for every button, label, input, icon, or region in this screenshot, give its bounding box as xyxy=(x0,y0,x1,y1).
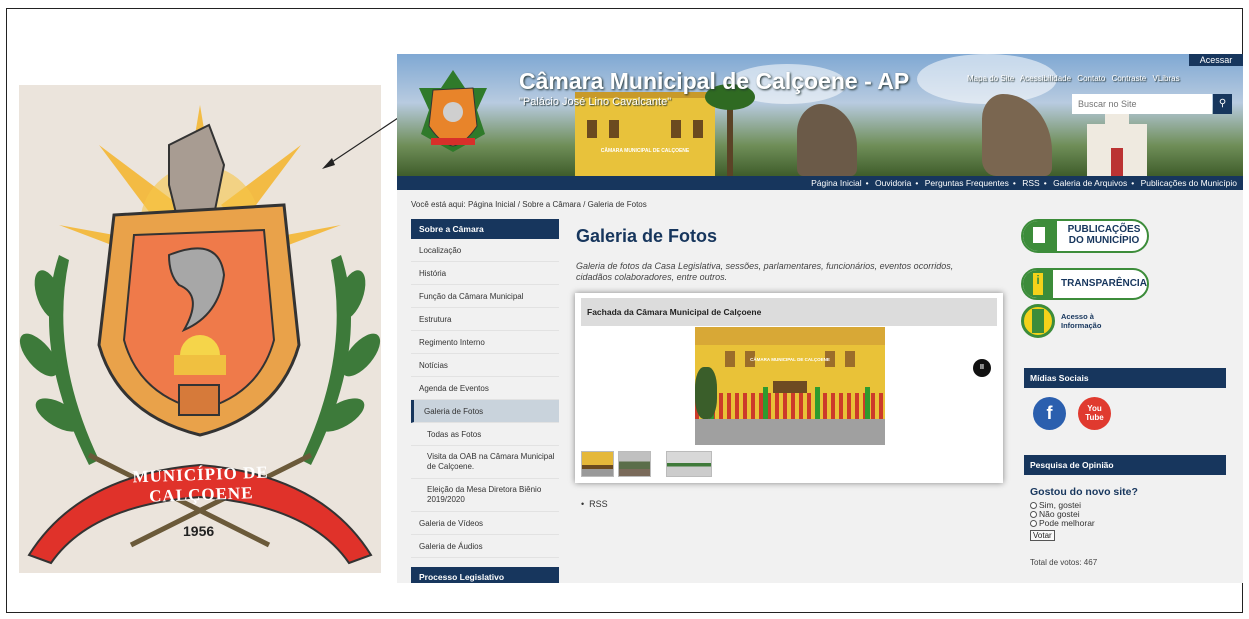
search-box: ⚲ xyxy=(1072,94,1232,114)
youtube-icon[interactable]: You Tube xyxy=(1078,397,1111,430)
site-banner: CÂMARA MUNICIPAL DE CALÇOENE Câmara Muni… xyxy=(397,54,1243,176)
sidebar-item-localizacao[interactable]: Localização xyxy=(411,239,559,262)
radio-icon[interactable] xyxy=(1030,511,1037,518)
nav-ouvidoria[interactable]: Ouvidoria xyxy=(875,178,911,188)
gallery-title: Fachada da Câmara Municipal de Calçoene xyxy=(581,298,997,326)
social-heading: Mídias Sociais xyxy=(1024,368,1226,388)
sidebar-item-videos[interactable]: Galeria de Vídeos xyxy=(411,512,559,535)
breadcrumb-current: Galeria de Fotos xyxy=(587,200,647,209)
sidebar-heading[interactable]: Sobre a Câmara xyxy=(411,219,559,239)
top-links: Mapa do Site Acessibilidade Contato Cont… xyxy=(967,74,1184,83)
site-emblem-icon xyxy=(419,70,487,152)
acesso-label: Acesso à Informação xyxy=(1061,312,1102,330)
sidebar-item-noticias[interactable]: Notícias xyxy=(411,354,559,377)
banner-rock xyxy=(982,94,1052,176)
site-subtitle: "Palácio José Lino Cavalcante" xyxy=(519,96,672,108)
poll-option-pode[interactable]: Pode melhorar xyxy=(1030,518,1095,528)
radio-icon[interactable] xyxy=(1030,520,1037,527)
info-circle-icon xyxy=(1021,304,1055,338)
banner-church xyxy=(1087,100,1147,176)
sidebar-item-agenda[interactable]: Agenda de Eventos xyxy=(411,377,559,400)
breadcrumb-home[interactable]: Página Inicial xyxy=(468,200,516,209)
total-votes: Total de votos: 467 xyxy=(1030,558,1098,567)
publicacoes-label: PUBLICAÇÕES DO MUNICÍPIO xyxy=(1067,224,1141,246)
login-button[interactable]: Acessar xyxy=(1189,54,1243,66)
sidebar-subitem-eleicao[interactable]: Eleição da Mesa Diretora Biênio 2019/202… xyxy=(411,479,559,512)
search-input[interactable] xyxy=(1072,94,1212,114)
transparencia-button[interactable]: TRANSPARÊNCIA xyxy=(1021,268,1149,300)
nav-faq[interactable]: Perguntas Frequentes xyxy=(925,178,1009,188)
facebook-icon[interactable]: f xyxy=(1033,397,1066,430)
sitemap-link[interactable]: Mapa do Site xyxy=(967,74,1014,83)
contrast-link[interactable]: Contraste xyxy=(1112,74,1147,83)
sidebar-item-funcao[interactable]: Função da Câmara Municipal xyxy=(411,285,559,308)
sidebar-item-audios[interactable]: Galeria de Áudios xyxy=(411,535,559,558)
acesso-informacao-link[interactable]: Acesso à Informação xyxy=(1021,304,1151,338)
breadcrumb-prefix: Você está aqui: xyxy=(411,200,466,209)
main-nav: Página Inicial • Ouvidoria • Perguntas Fre… xyxy=(397,176,1243,190)
gallery-thumbnail[interactable] xyxy=(581,451,614,477)
page-description: Galeria de fotos da Casa Legislativa, se… xyxy=(576,261,954,282)
search-icon: ⚲ xyxy=(1218,98,1227,109)
sidebar-menu: Sobre a Câmara Localização História Funç… xyxy=(411,219,559,583)
rss-link[interactable]: • RSS xyxy=(581,499,608,509)
nav-rss[interactable]: RSS xyxy=(1022,178,1039,188)
coat-year: 1956 xyxy=(183,523,215,539)
page-title: Galeria de Fotos xyxy=(576,226,718,246)
breadcrumb: Você está aqui: Página Inicial / Sobre a… xyxy=(411,200,647,209)
document-icon xyxy=(1023,221,1057,251)
gallery-thumbnail[interactable] xyxy=(666,451,712,477)
poll-question: Gostou do novo site? xyxy=(1030,486,1138,498)
nav-files[interactable]: Galeria de Arquivos xyxy=(1053,178,1127,188)
nav-publications[interactable]: Publicações do Município xyxy=(1141,178,1237,188)
sidebar-heading-legislativo[interactable]: Processo Legislativo xyxy=(411,567,559,583)
sidebar-item-galeria-fotos[interactable]: Galeria de Fotos xyxy=(411,400,559,423)
ribbon-text: MUNICÍPIO DE CALÇOENE xyxy=(132,462,270,506)
photo-gallery: Fachada da Câmara Municipal de Calçoene … xyxy=(575,293,1003,483)
sidebar-subitem-todas[interactable]: Todas as Fotos xyxy=(411,423,559,446)
banner-rock xyxy=(797,104,857,176)
banner-building-label: CÂMARA MUNICIPAL DE CALÇOENE xyxy=(600,148,690,154)
info-icon xyxy=(1023,270,1053,298)
nav-home[interactable]: Página Inicial xyxy=(811,178,862,188)
poll-option-label: Pode melhorar xyxy=(1039,518,1095,528)
publicacoes-button[interactable]: PUBLICAÇÕES DO MUNICÍPIO xyxy=(1021,219,1149,253)
poll-heading: Pesquisa de Opinião xyxy=(1024,455,1226,475)
vote-button[interactable]: Votar xyxy=(1030,530,1055,541)
breadcrumb-about[interactable]: Sobre a Câmara xyxy=(522,200,581,209)
radio-icon[interactable] xyxy=(1030,502,1037,509)
coat-of-arms-image: MUNICÍPIO DE CALÇOENE 1956 xyxy=(19,85,381,573)
gallery-main-photo[interactable]: CÂMARA MUNICIPAL DE CALÇOENE xyxy=(695,327,885,445)
accessibility-link[interactable]: Acessibilidade xyxy=(1020,74,1071,83)
sidebar-item-estrutura[interactable]: Estrutura xyxy=(411,308,559,331)
pause-icon[interactable]: II xyxy=(973,359,991,377)
site-title: Câmara Municipal de Calçoene - AP xyxy=(519,68,910,94)
website-screenshot: CÂMARA MUNICIPAL DE CALÇOENE Câmara Muni… xyxy=(397,54,1243,583)
gallery-thumbnail[interactable] xyxy=(618,451,651,477)
transparencia-label: TRANSPARÊNCIA xyxy=(1061,278,1147,289)
vlibras-link[interactable]: VLibras xyxy=(1152,74,1179,83)
photo-building-label: CÂMARA MUNICIPAL DE CALÇOENE xyxy=(750,357,830,362)
sidebar-item-historia[interactable]: História xyxy=(411,262,559,285)
contact-link[interactable]: Contato xyxy=(1077,74,1105,83)
sidebar-subitem-oab[interactable]: Visita da OAB na Câmara Municipal de Cal… xyxy=(411,446,559,479)
sidebar-item-regimento[interactable]: Regimento Interno xyxy=(411,331,559,354)
search-button[interactable]: ⚲ xyxy=(1213,94,1232,114)
youtube-label: You Tube xyxy=(1085,404,1104,422)
rss-label: RSS xyxy=(589,499,608,509)
